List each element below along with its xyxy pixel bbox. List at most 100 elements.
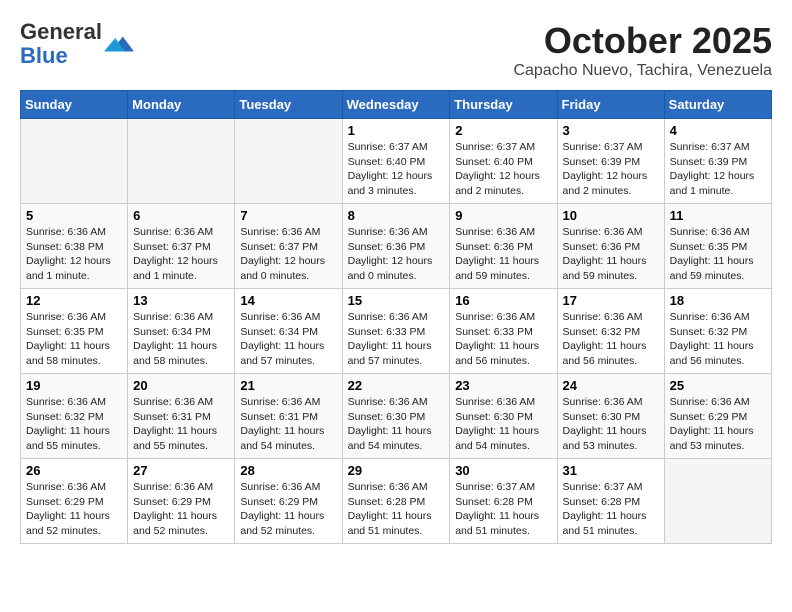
logo: General Blue bbox=[20, 20, 134, 68]
day-number: 13 bbox=[133, 293, 229, 308]
day-number: 8 bbox=[348, 208, 445, 223]
day-info: Sunrise: 6:36 AM Sunset: 6:38 PM Dayligh… bbox=[26, 225, 122, 284]
day-number: 12 bbox=[26, 293, 122, 308]
day-info: Sunrise: 6:36 AM Sunset: 6:31 PM Dayligh… bbox=[133, 395, 229, 454]
calendar-cell: 24 Sunrise: 6:36 AM Sunset: 6:30 PM Dayli… bbox=[557, 374, 664, 459]
page-header: General Blue October 2025 Capacho Nuevo,… bbox=[20, 20, 772, 80]
day-info: Sunrise: 6:36 AM Sunset: 6:32 PM Dayligh… bbox=[563, 310, 659, 369]
calendar-cell: 21 Sunrise: 6:36 AM Sunset: 6:31 PM Dayli… bbox=[235, 374, 342, 459]
calendar-cell: 12 Sunrise: 6:36 AM Sunset: 6:35 PM Dayli… bbox=[21, 289, 128, 374]
day-number: 14 bbox=[240, 293, 336, 308]
day-number: 28 bbox=[240, 463, 336, 478]
day-info: Sunrise: 6:36 AM Sunset: 6:28 PM Dayligh… bbox=[348, 480, 445, 539]
calendar-cell: 22 Sunrise: 6:36 AM Sunset: 6:30 PM Dayli… bbox=[342, 374, 450, 459]
day-info: Sunrise: 6:36 AM Sunset: 6:30 PM Dayligh… bbox=[563, 395, 659, 454]
week-row-3: 12 Sunrise: 6:36 AM Sunset: 6:35 PM Dayli… bbox=[21, 289, 772, 374]
day-info: Sunrise: 6:36 AM Sunset: 6:30 PM Dayligh… bbox=[455, 395, 551, 454]
day-header-monday: Monday bbox=[128, 91, 235, 119]
title-block: October 2025 Capacho Nuevo, Tachira, Ven… bbox=[513, 20, 772, 80]
day-number: 31 bbox=[563, 463, 659, 478]
day-number: 16 bbox=[455, 293, 551, 308]
day-number: 15 bbox=[348, 293, 445, 308]
day-info: Sunrise: 6:36 AM Sunset: 6:29 PM Dayligh… bbox=[26, 480, 122, 539]
calendar-cell bbox=[235, 119, 342, 204]
day-info: Sunrise: 6:36 AM Sunset: 6:34 PM Dayligh… bbox=[240, 310, 336, 369]
calendar-cell bbox=[664, 459, 771, 544]
day-header-wednesday: Wednesday bbox=[342, 91, 450, 119]
day-number: 7 bbox=[240, 208, 336, 223]
day-number: 4 bbox=[670, 123, 766, 138]
day-number: 26 bbox=[26, 463, 122, 478]
day-number: 2 bbox=[455, 123, 551, 138]
calendar-cell: 1 Sunrise: 6:37 AM Sunset: 6:40 PM Daylig… bbox=[342, 119, 450, 204]
calendar-cell: 26 Sunrise: 6:36 AM Sunset: 6:29 PM Dayli… bbox=[21, 459, 128, 544]
day-info: Sunrise: 6:36 AM Sunset: 6:29 PM Dayligh… bbox=[133, 480, 229, 539]
day-number: 1 bbox=[348, 123, 445, 138]
day-info: Sunrise: 6:36 AM Sunset: 6:29 PM Dayligh… bbox=[670, 395, 766, 454]
day-number: 20 bbox=[133, 378, 229, 393]
calendar-cell: 9Sunrise: 6:36 AM Sunset: 6:36 PM Daylig… bbox=[450, 204, 557, 289]
day-info: Sunrise: 6:37 AM Sunset: 6:39 PM Dayligh… bbox=[563, 140, 659, 199]
week-row-5: 26 Sunrise: 6:36 AM Sunset: 6:29 PM Dayli… bbox=[21, 459, 772, 544]
day-number: 24 bbox=[563, 378, 659, 393]
day-info: Sunrise: 6:36 AM Sunset: 6:36 PM Dayligh… bbox=[348, 225, 445, 284]
logo-general-text: General bbox=[20, 19, 102, 44]
calendar-header-row: SundayMondayTuesdayWednesdayThursdayFrid… bbox=[21, 91, 772, 119]
day-info: Sunrise: 6:36 AM Sunset: 6:31 PM Dayligh… bbox=[240, 395, 336, 454]
day-info: Sunrise: 6:37 AM Sunset: 6:40 PM Dayligh… bbox=[348, 140, 445, 199]
calendar-cell: 20 Sunrise: 6:36 AM Sunset: 6:31 PM Dayli… bbox=[128, 374, 235, 459]
day-info: Sunrise: 6:36 AM Sunset: 6:30 PM Dayligh… bbox=[348, 395, 445, 454]
day-number: 27 bbox=[133, 463, 229, 478]
day-header-friday: Friday bbox=[557, 91, 664, 119]
day-info: Sunrise: 6:36 AM Sunset: 6:33 PM Dayligh… bbox=[455, 310, 551, 369]
logo-icon bbox=[104, 29, 134, 59]
day-number: 5 bbox=[26, 208, 122, 223]
day-header-saturday: Saturday bbox=[664, 91, 771, 119]
calendar-cell: 25 Sunrise: 6:36 AM Sunset: 6:29 PM Dayli… bbox=[664, 374, 771, 459]
day-header-tuesday: Tuesday bbox=[235, 91, 342, 119]
day-number: 25 bbox=[670, 378, 766, 393]
day-info: Sunrise: 6:36 AM Sunset: 6:37 PM Dayligh… bbox=[240, 225, 336, 284]
day-header-sunday: Sunday bbox=[21, 91, 128, 119]
calendar-cell: 8 Sunrise: 6:36 AM Sunset: 6:36 PM Daylig… bbox=[342, 204, 450, 289]
calendar-cell: 7 Sunrise: 6:36 AM Sunset: 6:37 PM Daylig… bbox=[235, 204, 342, 289]
calendar-cell: 10 Sunrise: 6:36 AM Sunset: 6:36 PM Dayli… bbox=[557, 204, 664, 289]
day-info: Sunrise: 6:36 AM Sunset: 6:32 PM Dayligh… bbox=[670, 310, 766, 369]
calendar-cell: 17 Sunrise: 6:36 AM Sunset: 6:32 PM Dayli… bbox=[557, 289, 664, 374]
day-info: Sunrise: 6:36 AM Sunset: 6:35 PM Dayligh… bbox=[26, 310, 122, 369]
week-row-2: 5 Sunrise: 6:36 AM Sunset: 6:38 PM Daylig… bbox=[21, 204, 772, 289]
calendar-cell: 3 Sunrise: 6:37 AM Sunset: 6:39 PM Daylig… bbox=[557, 119, 664, 204]
day-info: Sunrise: 6:37 AM Sunset: 6:40 PM Dayligh… bbox=[455, 140, 551, 199]
day-info: Sunrise: 6:36 AM Sunset: 6:35 PM Dayligh… bbox=[670, 225, 766, 284]
logo-blue-text: Blue bbox=[20, 43, 68, 68]
calendar-cell: 16 Sunrise: 6:36 AM Sunset: 6:33 PM Dayli… bbox=[450, 289, 557, 374]
calendar-cell: 23Sunrise: 6:36 AM Sunset: 6:30 PM Dayli… bbox=[450, 374, 557, 459]
calendar-cell: 19Sunrise: 6:36 AM Sunset: 6:32 PM Dayli… bbox=[21, 374, 128, 459]
calendar-cell: 4 Sunrise: 6:37 AM Sunset: 6:39 PM Daylig… bbox=[664, 119, 771, 204]
day-number: 30 bbox=[455, 463, 551, 478]
day-number: 17 bbox=[563, 293, 659, 308]
day-info: Sunrise: 6:37 AM Sunset: 6:39 PM Dayligh… bbox=[670, 140, 766, 199]
calendar-cell: 18 Sunrise: 6:36 AM Sunset: 6:32 PM Dayli… bbox=[664, 289, 771, 374]
calendar-cell: 30Sunrise: 6:37 AM Sunset: 6:28 PM Dayli… bbox=[450, 459, 557, 544]
calendar-cell: 5 Sunrise: 6:36 AM Sunset: 6:38 PM Daylig… bbox=[21, 204, 128, 289]
calendar-cell: 2 Sunrise: 6:37 AM Sunset: 6:40 PM Daylig… bbox=[450, 119, 557, 204]
day-number: 18 bbox=[670, 293, 766, 308]
week-row-4: 19Sunrise: 6:36 AM Sunset: 6:32 PM Dayli… bbox=[21, 374, 772, 459]
calendar-cell: 15 Sunrise: 6:36 AM Sunset: 6:33 PM Dayli… bbox=[342, 289, 450, 374]
day-number: 21 bbox=[240, 378, 336, 393]
calendar-cell bbox=[128, 119, 235, 204]
calendar-cell: 28 Sunrise: 6:36 AM Sunset: 6:29 PM Dayli… bbox=[235, 459, 342, 544]
day-info: Sunrise: 6:37 AM Sunset: 6:28 PM Dayligh… bbox=[563, 480, 659, 539]
day-info: Sunrise: 6:36 AM Sunset: 6:36 PM Dayligh… bbox=[455, 225, 551, 284]
calendar-cell: 14 Sunrise: 6:36 AM Sunset: 6:34 PM Dayli… bbox=[235, 289, 342, 374]
day-number: 3 bbox=[563, 123, 659, 138]
day-info: Sunrise: 6:36 AM Sunset: 6:33 PM Dayligh… bbox=[348, 310, 445, 369]
day-info: Sunrise: 6:36 AM Sunset: 6:36 PM Dayligh… bbox=[563, 225, 659, 284]
day-number: 11 bbox=[670, 208, 766, 223]
day-info: Sunrise: 6:36 AM Sunset: 6:29 PM Dayligh… bbox=[240, 480, 336, 539]
month-title: October 2025 bbox=[513, 20, 772, 62]
day-number: 19 bbox=[26, 378, 122, 393]
day-number: 22 bbox=[348, 378, 445, 393]
day-number: 10 bbox=[563, 208, 659, 223]
